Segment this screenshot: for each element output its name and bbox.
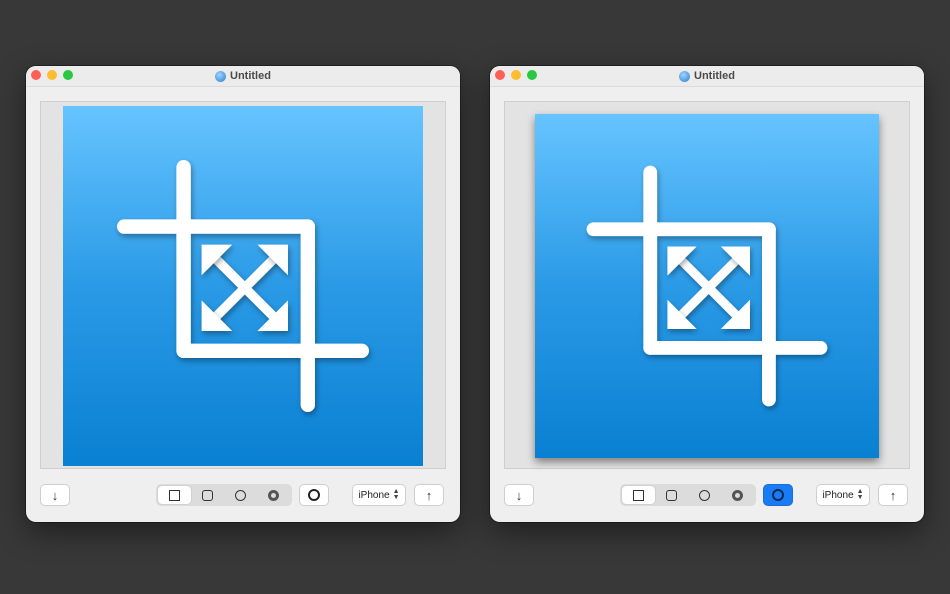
- shape-ring-option[interactable]: [721, 486, 754, 504]
- down-arrow-icon: ↓: [515, 487, 523, 503]
- preview-canvas: [40, 101, 446, 469]
- crop-resize-icon: [117, 160, 369, 412]
- updown-chevron-icon: ▲ ▼: [392, 488, 400, 501]
- circle-icon: [235, 489, 246, 501]
- shadow-toggle[interactable]: [763, 484, 793, 506]
- shape-segmented-control: [156, 484, 292, 506]
- window-title: Untitled: [490, 69, 924, 83]
- device-label: iPhone: [358, 489, 390, 501]
- shadow-circle-icon: [308, 489, 320, 501]
- window-title-text: Untitled: [694, 70, 735, 82]
- document-icon: [215, 70, 227, 82]
- square-icon: [633, 489, 644, 501]
- square-icon: [169, 489, 180, 501]
- editor-window-right: Untitled ↓ iPhone ▲ ▼ ↑: [490, 66, 924, 522]
- ring-icon: [732, 489, 743, 501]
- icon-artwork: [63, 106, 423, 466]
- rounded-square-icon: [202, 489, 213, 501]
- document-icon: [679, 70, 691, 82]
- bottom-toolbar: ↓ iPhone ▲ ▼ ↑: [26, 484, 460, 508]
- shape-segmented-control: [620, 484, 756, 506]
- bottom-toolbar: ↓ iPhone ▲ ▼ ↑: [490, 484, 924, 508]
- device-popup[interactable]: iPhone ▲ ▼: [816, 484, 870, 506]
- shape-square-option[interactable]: [622, 486, 655, 504]
- shape-rounded-option[interactable]: [655, 486, 688, 504]
- share-button[interactable]: ↑: [878, 484, 908, 506]
- window-title-text: Untitled: [230, 70, 271, 82]
- device-label: iPhone: [822, 489, 854, 501]
- share-button[interactable]: ↑: [414, 484, 444, 506]
- shadow-circle-icon: [772, 489, 784, 501]
- up-arrow-icon: ↑: [889, 487, 897, 503]
- shape-square-option[interactable]: [158, 486, 191, 504]
- title-bar[interactable]: Untitled: [26, 66, 460, 87]
- window-title: Untitled: [26, 69, 460, 83]
- circle-icon: [699, 489, 710, 501]
- rounded-square-icon: [666, 489, 677, 501]
- shape-rounded-option[interactable]: [191, 486, 224, 504]
- preview-canvas: [504, 101, 910, 469]
- shape-circle-option[interactable]: [224, 486, 257, 504]
- title-bar[interactable]: Untitled: [490, 66, 924, 87]
- crop-resize-icon: [586, 165, 828, 407]
- ring-icon: [268, 489, 279, 501]
- device-popup[interactable]: iPhone ▲ ▼: [352, 484, 406, 506]
- export-button[interactable]: ↓: [504, 484, 534, 506]
- icon-artwork: [535, 114, 879, 458]
- down-arrow-icon: ↓: [51, 487, 59, 503]
- shadow-toggle[interactable]: [299, 484, 329, 506]
- shape-circle-option[interactable]: [688, 486, 721, 504]
- shape-ring-option[interactable]: [257, 486, 290, 504]
- export-button[interactable]: ↓: [40, 484, 70, 506]
- editor-window-left: Untitled ↓ iPhone ▲ ▼ ↑: [26, 66, 460, 522]
- up-arrow-icon: ↑: [425, 487, 433, 503]
- updown-chevron-icon: ▲ ▼: [856, 488, 864, 501]
